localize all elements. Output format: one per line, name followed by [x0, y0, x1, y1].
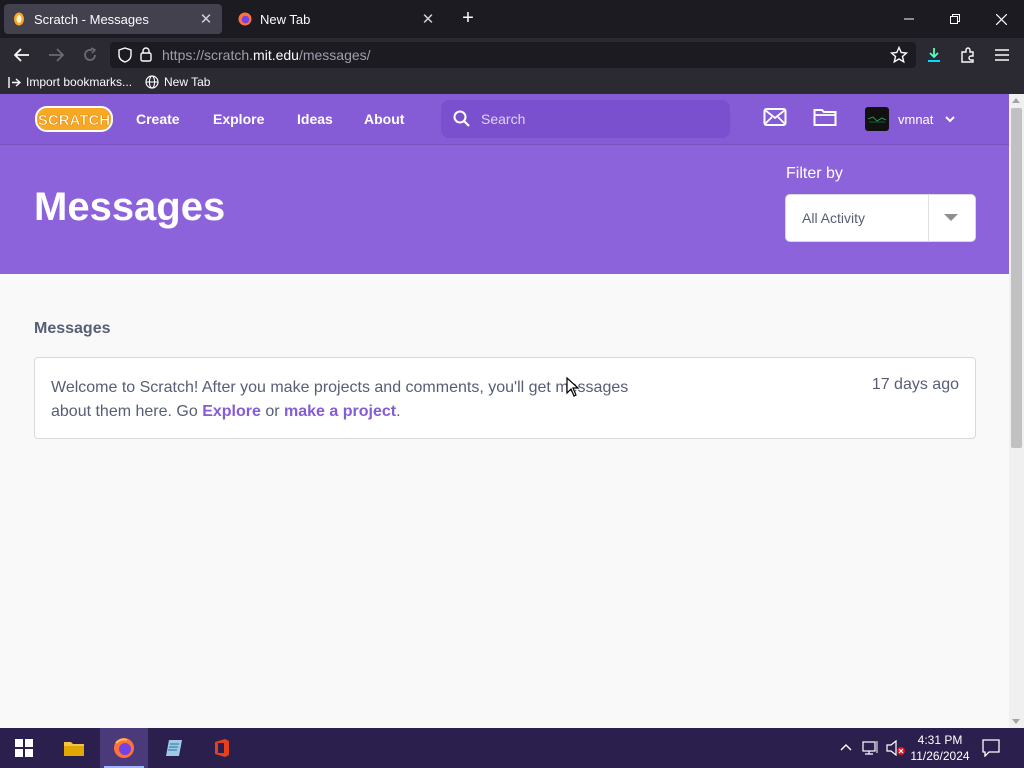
- windows-taskbar: 4:31 PM 11/26/2024: [0, 728, 1024, 768]
- scratch-navbar: SCRATCH Create Explore Ideas About Searc…: [0, 94, 1009, 145]
- mouse-cursor-icon: [566, 377, 580, 397]
- close-window-icon[interactable]: [986, 6, 1016, 32]
- tab-title: New Tab: [260, 11, 311, 27]
- office-taskbar-icon[interactable]: [198, 728, 246, 768]
- bookmarks-toolbar: Import bookmarks... New Tab: [0, 72, 1024, 94]
- username[interactable]: vmnat: [898, 112, 933, 127]
- scrollbar-thumb[interactable]: [1011, 108, 1022, 448]
- messages-envelope-icon[interactable]: [763, 107, 787, 127]
- page-title: Messages: [34, 185, 226, 229]
- network-icon[interactable]: [862, 740, 880, 756]
- messages-section-title: Messages: [34, 320, 111, 337]
- bookmark-label: New Tab: [164, 75, 211, 89]
- filter-selected-value: All Activity: [802, 210, 866, 226]
- notepad-taskbar-icon[interactable]: [150, 728, 198, 768]
- tab-scratch-messages[interactable]: Scratch - Messages ✕: [4, 4, 222, 34]
- browser-tab-bar: Scratch - Messages ✕ New Tab ✕ +: [0, 0, 1024, 38]
- svg-text:SCRATCH: SCRATCH: [38, 112, 110, 129]
- explore-link[interactable]: Explore: [202, 403, 261, 420]
- volume-muted-icon[interactable]: [886, 740, 906, 756]
- dropdown-separator: [928, 195, 929, 241]
- back-arrow-icon[interactable]: [10, 43, 34, 67]
- url-text: https://scratch.mit.edu/messages/: [162, 47, 371, 63]
- firefox-favicon-icon: [238, 12, 252, 26]
- search-placeholder: Search: [481, 111, 526, 127]
- search-input[interactable]: Search: [441, 100, 730, 138]
- chevron-down-icon[interactable]: [944, 114, 956, 124]
- import-icon: [8, 76, 21, 88]
- close-tab-icon[interactable]: ✕: [420, 10, 436, 28]
- new-tab-plus-icon[interactable]: +: [458, 8, 478, 30]
- chevron-up-icon[interactable]: [839, 742, 853, 752]
- nav-link-about[interactable]: About: [364, 111, 404, 127]
- scratch-page: SCRATCH Create Explore Ideas About Searc…: [0, 94, 1009, 728]
- scratch-logo[interactable]: SCRATCH: [35, 105, 113, 133]
- minimize-icon[interactable]: [894, 6, 924, 32]
- address-bar[interactable]: https://scratch.mit.edu/messages/: [110, 42, 916, 68]
- nav-link-create[interactable]: Create: [136, 111, 180, 127]
- restore-icon[interactable]: [940, 6, 970, 32]
- windows-start-icon[interactable]: [0, 728, 48, 768]
- messages-header-banner: Messages Filter by All Activity: [0, 145, 1009, 274]
- bookmark-import[interactable]: Import bookmarks...: [8, 75, 132, 89]
- search-icon: [453, 110, 470, 127]
- message-text: Welcome to Scratch! After you make proje…: [51, 379, 629, 420]
- nav-link-ideas[interactable]: Ideas: [297, 111, 333, 127]
- clock-date: 11/26/2024: [910, 749, 970, 763]
- page-scrollbar[interactable]: [1009, 94, 1024, 728]
- notification-center-icon[interactable]: [982, 739, 1000, 757]
- filter-label: Filter by: [786, 165, 843, 182]
- downloads-icon[interactable]: [922, 43, 946, 67]
- forward-arrow-icon[interactable]: [44, 43, 68, 67]
- nav-link-explore[interactable]: Explore: [213, 111, 264, 127]
- avatar[interactable]: [865, 107, 889, 131]
- bookmark-new-tab[interactable]: New Tab: [145, 75, 210, 89]
- clock-time: 4:31 PM: [917, 733, 963, 747]
- scroll-down-arrow-icon[interactable]: [1012, 719, 1020, 724]
- tab-new-tab[interactable]: New Tab ✕: [230, 4, 444, 34]
- reload-icon[interactable]: [78, 43, 102, 67]
- globe-icon: [145, 75, 159, 89]
- extensions-puzzle-icon[interactable]: [956, 43, 980, 67]
- file-explorer-icon[interactable]: [50, 728, 98, 768]
- make-a-project-link[interactable]: make a project: [284, 403, 396, 420]
- shield-icon[interactable]: [118, 47, 132, 66]
- lock-icon[interactable]: [140, 47, 152, 65]
- message-card: Welcome to Scratch! After you make proje…: [34, 357, 976, 439]
- tab-title: Scratch - Messages: [34, 11, 149, 27]
- filter-dropdown[interactable]: All Activity: [785, 194, 976, 242]
- dropdown-arrow-icon[interactable]: [944, 214, 958, 221]
- menu-hamburger-icon[interactable]: [990, 43, 1014, 67]
- browser-navigation-bar: https://scratch.mit.edu/messages/: [0, 38, 1024, 72]
- bookmark-star-icon[interactable]: [889, 45, 909, 67]
- close-tab-icon[interactable]: ✕: [198, 10, 214, 28]
- bookmark-label: Import bookmarks...: [26, 75, 133, 89]
- message-timestamp: 17 days ago: [871, 376, 959, 393]
- scratch-favicon-icon: [12, 12, 26, 26]
- scroll-up-arrow-icon[interactable]: [1012, 98, 1020, 103]
- firefox-taskbar-icon[interactable]: [100, 728, 148, 768]
- system-clock[interactable]: 4:31 PM 11/26/2024: [904, 732, 976, 764]
- my-stuff-folder-icon[interactable]: [813, 107, 837, 127]
